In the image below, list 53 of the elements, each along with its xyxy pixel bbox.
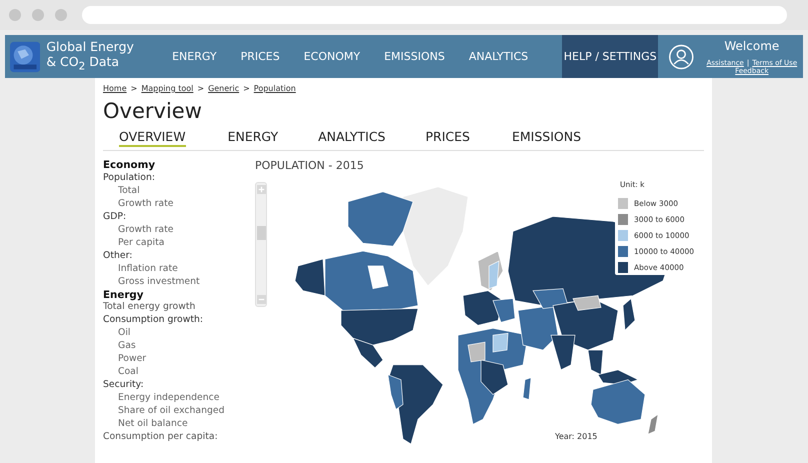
sidebar-subitem[interactable]: Power: [103, 353, 253, 366]
site-title[interactable]: Global Energy & CO$_{2}$ Data: [46, 38, 158, 74]
sidebar-subitem[interactable]: Growth rate: [103, 198, 253, 211]
sidebar-item[interactable]: Consumption growth:: [103, 314, 253, 328]
nav-item[interactable]: ENERGY: [158, 35, 229, 78]
sidebar-subitem[interactable]: Net oil balance: [103, 418, 253, 432]
sidebar-subitem[interactable]: Gross investment: [103, 276, 253, 289]
sidebar-item[interactable]: Population:: [103, 172, 253, 185]
tab[interactable]: OVERVIEW: [119, 129, 186, 147]
nav-item[interactable]: PRICES: [228, 35, 292, 78]
sidebar-item[interactable]: Security:: [103, 379, 253, 392]
sidebar-item[interactable]: GDP:: [103, 210, 253, 224]
tab[interactable]: PRICES: [426, 129, 470, 147]
breadcrumb-link[interactable]: Mapping tool: [141, 84, 194, 93]
window-dot[interactable]: [32, 9, 44, 21]
nav-item[interactable]: HELP / SETTINGS: [562, 35, 658, 78]
breadcrumb-link[interactable]: Population: [254, 84, 296, 93]
section-heading: Energy: [103, 288, 145, 302]
sidebar-subitem[interactable]: Share of oil exchanged: [103, 405, 253, 418]
sidebar-subitem[interactable]: Inflation rate: [103, 262, 253, 276]
breadcrumb-separator: >: [197, 84, 204, 93]
sidebar-item[interactable]: Total energy growth: [103, 301, 253, 314]
nav-item[interactable]: ECONOMY: [292, 35, 372, 78]
welcome-text: Welcome: [724, 38, 780, 52]
zoom-in-icon[interactable]: [256, 185, 266, 194]
year-label: Year: 2015: [555, 432, 598, 441]
sidebar-item[interactable]: Other:: [103, 250, 253, 263]
breadcrumb-separator: >: [243, 84, 250, 93]
tab[interactable]: ANALYTICS: [318, 129, 386, 147]
sidebar-subitem[interactable]: Coal: [103, 366, 253, 380]
tab[interactable]: ENERGY: [228, 129, 278, 147]
sidebar-subitem[interactable]: Gas: [103, 340, 253, 354]
sidebar-subitem[interactable]: Per capita: [103, 236, 253, 250]
breadcrumb-separator: >: [130, 84, 138, 93]
nav-item[interactable]: ANALYTICS: [456, 35, 540, 78]
sidebar-subitem[interactable]: Energy independence: [103, 392, 253, 406]
sidebar-subitem[interactable]: Total: [103, 184, 253, 198]
map-title: POPULATION - 2015: [255, 159, 365, 172]
zoom-out-icon[interactable]: [256, 295, 266, 304]
zoom-handle[interactable]: [256, 226, 266, 240]
breadcrumb-link[interactable]: Generic: [208, 84, 240, 93]
sidebar-subitem[interactable]: Growth rate: [103, 224, 253, 237]
window-dot[interactable]: [9, 9, 21, 21]
globe-logo-icon[interactable]: [10, 40, 40, 72]
breadcrumb-link[interactable]: Home: [103, 84, 127, 93]
page-title: Overview: [103, 98, 203, 124]
window-dot[interactable]: [55, 9, 67, 21]
section-heading: Economy: [103, 159, 156, 172]
nav-item[interactable]: EMISSIONS: [372, 35, 457, 78]
tab[interactable]: EMISSIONS: [512, 129, 582, 147]
user-icon[interactable]: [668, 42, 695, 70]
sidebar-subitem[interactable]: Oil: [103, 327, 253, 340]
sidebar-item[interactable]: Consumption per capita:: [103, 431, 253, 444]
